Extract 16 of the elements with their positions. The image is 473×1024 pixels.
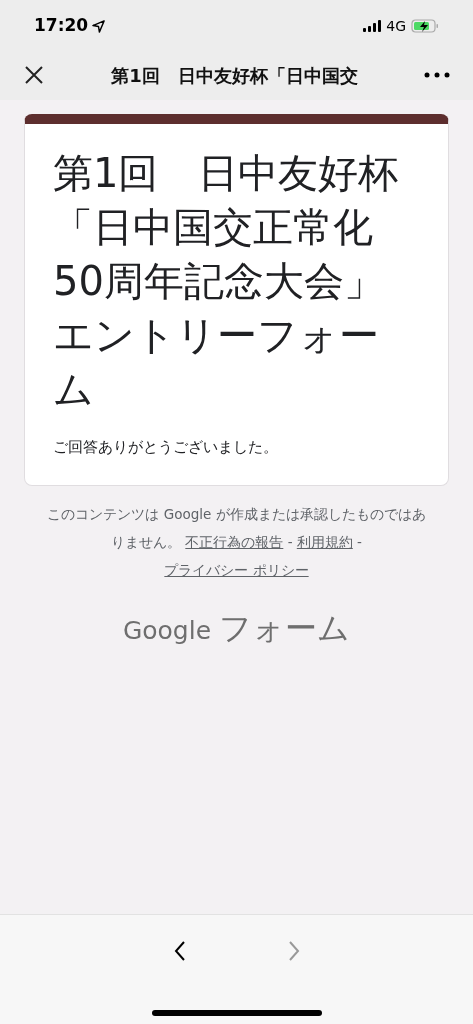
brand-product: フォーム — [219, 607, 351, 649]
more-icon — [424, 72, 450, 78]
footer-link[interactable]: 利用規約 — [296, 533, 353, 550]
brand-google: Google — [122, 614, 212, 647]
page-title: 第1回 日中友好杯「日中国交 — [111, 63, 358, 88]
close-icon — [24, 65, 44, 85]
disclaimer-text: このコンテンツは Google が作成または承認したものではありません。 不正行為の報告 - 利用規約 - プライバシー ポリシー — [46, 504, 427, 580]
status-time: 17:20 — [34, 14, 89, 38]
footer-link[interactable]: プライバシー ポリシー — [164, 561, 309, 578]
network-label: 4G — [386, 16, 406, 36]
battery-icon — [411, 19, 439, 33]
location-icon — [92, 19, 106, 33]
signal-icon — [363, 20, 382, 32]
form-title: 第1回 日中友好杯「日中国交正常化50周年記念大会」エントリーフォーム — [53, 149, 400, 414]
confirmation-message: ご回答ありがとうございました。 — [53, 437, 279, 458]
footer-link[interactable]: 不正行為の報告 — [185, 533, 284, 550]
